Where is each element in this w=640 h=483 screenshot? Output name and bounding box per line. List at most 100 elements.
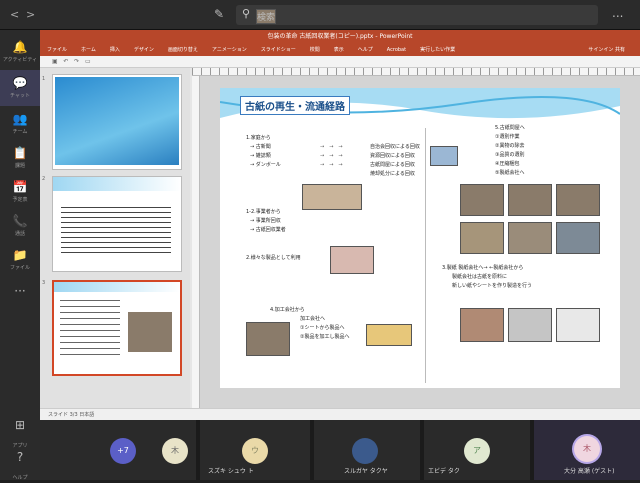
search-input[interactable]: ⚲ 検索	[236, 5, 598, 25]
stack-photo	[460, 222, 504, 254]
rail-more[interactable]: ···	[0, 278, 40, 314]
title-bar: < > ✎ ⚲ 検索 ...	[0, 0, 640, 30]
shared-powerpoint-window: 包装の革命 古紙回収業者(コピー).pptx - PowerPoint ファイル…	[40, 30, 640, 420]
slide-thumbnail-1[interactable]	[52, 74, 182, 170]
slide-text: → ダンボール	[250, 162, 281, 168]
truck-illustration	[430, 146, 458, 166]
rail-calendar[interactable]: 📅 予定表	[0, 174, 40, 210]
ellipsis-icon: ···	[14, 284, 26, 298]
participant-tile[interactable]: ウ スズキ シュウ ト	[200, 420, 310, 480]
more-options-button[interactable]: ...	[612, 6, 623, 20]
ribbon-tab[interactable]: Acrobat	[387, 44, 406, 56]
forward-button[interactable]: >	[26, 8, 35, 21]
thumbnail-preview	[55, 77, 179, 165]
slide-number: 1	[42, 76, 46, 82]
slide-text: 4.加工会社から	[270, 307, 305, 313]
rail-label: 通話	[14, 231, 25, 237]
folder-icon: 📁	[12, 248, 28, 262]
ribbon-tabs: ファイル ホーム 挿入 デザイン 画面切り替え アニメーション スライドショー 校閲 表示 ヘルプ…	[40, 44, 640, 56]
ribbon-tab[interactable]: デザイン	[134, 44, 154, 56]
participant-name: 大分 高瀬 (ゲスト)	[564, 468, 615, 475]
sign-in-share[interactable]: サインイン 共有	[588, 44, 625, 56]
participant-avatar: ウ	[242, 438, 268, 464]
back-button[interactable]: <	[10, 8, 19, 21]
slide-text: 古紙問屋による回収	[370, 162, 415, 168]
slide-text: 1-2.事業者から	[246, 209, 281, 215]
help-icon: ?	[16, 450, 24, 464]
rail-label: チーム	[12, 129, 28, 135]
thumbnail-images	[128, 312, 172, 352]
rail-files[interactable]: 📁 ファイル	[0, 242, 40, 278]
thumbnail-header	[53, 177, 181, 191]
products-photo	[330, 246, 374, 274]
slide-text: → 事業所回収	[250, 218, 281, 224]
slide-text: → 古紙回収業者	[250, 227, 286, 233]
rail-assignments[interactable]: 📋 課題	[0, 140, 40, 176]
ribbon-tab[interactable]: 画面切り替え	[168, 44, 198, 56]
rail-chat[interactable]: 💬 チャット	[0, 70, 40, 106]
slide-thumbnail-2[interactable]	[52, 176, 182, 272]
participant-tile[interactable]: 木 大分 高瀬 (ゲスト)	[534, 420, 640, 480]
ribbon-tab[interactable]: ファイル	[47, 44, 67, 56]
ribbon-tab[interactable]: 校閲	[310, 44, 320, 56]
thumbnail-text	[61, 207, 171, 257]
thumbnail-text	[60, 300, 120, 356]
slideshow-icon[interactable]: ▭	[85, 58, 91, 65]
redo-icon[interactable]: ↷	[74, 58, 79, 65]
slide-text: 1.家庭から	[246, 135, 271, 141]
slide-text: ①シートから製品へ	[300, 325, 345, 331]
slide-text: 2.様々な製品として利用	[246, 255, 301, 261]
slide-text: ③品質の選別	[495, 152, 525, 158]
bell-icon: 🔔	[12, 40, 28, 54]
ribbon-tab[interactable]: 挿入	[110, 44, 120, 56]
ribbon-tab[interactable]: スライドショー	[261, 44, 296, 56]
horizontal-ruler	[192, 68, 640, 76]
paper-products-photo	[366, 324, 412, 346]
waste-paper-photo	[460, 184, 504, 216]
participant-avatar: 木	[574, 436, 600, 462]
ribbon-tab[interactable]: ホーム	[81, 44, 96, 56]
participant-tile[interactable]: ア エビデ タク	[424, 420, 530, 480]
undo-icon[interactable]: ↶	[63, 58, 68, 65]
save-icon[interactable]: ▣	[52, 58, 58, 65]
compose-icon[interactable]: ✎	[214, 7, 224, 21]
rail-label: 課題	[14, 163, 25, 169]
slide-text: → 雑誌類	[250, 153, 271, 159]
factory-photo	[246, 322, 290, 356]
participant-photo	[352, 438, 378, 464]
quick-access-toolbar: ▣ ↶ ↷ ▭	[40, 56, 640, 68]
ribbon-tab[interactable]: 表示	[334, 44, 344, 56]
calendar-icon: 📅	[12, 180, 28, 194]
rail-apps[interactable]: ⊞ アプリ	[0, 418, 40, 451]
rail-help[interactable]: ? ヘルプ	[0, 450, 40, 483]
bales-photo	[508, 184, 552, 216]
arrow-dashes: → → →	[320, 162, 343, 168]
ribbon-tab[interactable]: アニメーション	[212, 44, 247, 56]
participant-tile[interactable]: スルガヤ タクヤ	[314, 420, 420, 480]
ribbon-tab[interactable]: 実行したい作業	[420, 44, 455, 56]
ribbon-tab[interactable]: ヘルプ	[358, 44, 373, 56]
slide-text: 3.製紙 製紙会社へ→ ←製紙会社から	[442, 265, 524, 271]
slide-title: 古紙の再生・流通経路	[240, 96, 350, 115]
status-bar: スライド 3/3 日本語	[40, 408, 640, 420]
current-slide[interactable]: 古紙の再生・流通経路 1.家庭から → 古新聞 → 雑誌類 → ダンボール → …	[220, 88, 620, 388]
assignment-icon: 📋	[12, 146, 28, 160]
search-icon: ⚲	[242, 7, 251, 20]
slide-text: 5.古紙問屋へ	[495, 125, 525, 131]
participant-tile-group: +7 木	[40, 420, 196, 480]
overflow-participants-avatar[interactable]: +7	[110, 438, 136, 464]
status-text: スライド 3/3 日本語	[48, 412, 95, 418]
slide-number: 3	[42, 280, 46, 286]
rail-activity[interactable]: 🔔 アクティビティ	[0, 34, 40, 70]
thumbnail-header	[54, 282, 180, 292]
arrow-dashes: → → →	[320, 153, 343, 159]
participant-name: スルガヤ タクヤ	[344, 468, 388, 475]
search-placeholder: 検索	[256, 9, 277, 24]
rail-teams[interactable]: 👥 チーム	[0, 106, 40, 142]
rail-calls[interactable]: 📞 通話	[0, 208, 40, 244]
slide-text: 新しい紙やシートを作り製造を行う	[452, 283, 533, 289]
rail-label: 予定表	[12, 197, 28, 203]
rail-label: アクティビティ	[2, 57, 38, 63]
participant-avatar[interactable]: 木	[162, 438, 188, 464]
slide-thumbnail-3[interactable]	[52, 280, 182, 376]
